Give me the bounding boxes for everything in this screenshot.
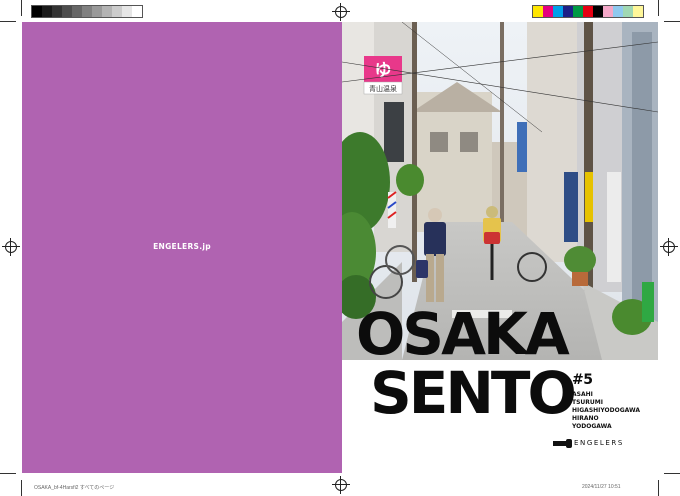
brand-logo: ENGELERS (553, 438, 624, 448)
cover-title-line1: OSAKA (356, 300, 570, 368)
crop-mark (658, 480, 659, 496)
color-patch (613, 6, 623, 17)
color-patch (72, 6, 82, 17)
color-patch (92, 6, 102, 17)
cover-title-line2: SENTO (370, 359, 577, 427)
back-cover: ENGELERS.jp (22, 22, 342, 473)
issue-number: #5 (572, 372, 593, 388)
ward-item: ASAHI (572, 391, 593, 398)
color-patch (533, 6, 543, 17)
color-patch (583, 6, 593, 17)
color-patch (593, 6, 603, 17)
sign-symbol: ゆ (375, 61, 392, 81)
print-slug-filename: OSAKA_bf-4Harsfi2 すべてのページ (34, 485, 115, 491)
crop-mark (21, 0, 22, 16)
gray-scale-bar (31, 5, 143, 18)
color-patch (52, 6, 62, 17)
color-patch (32, 6, 42, 17)
ward-item: YODOGAWA (572, 423, 612, 430)
ward-item: TSURUMI (572, 399, 603, 406)
crop-mark (0, 21, 16, 22)
registration-mark-right (660, 238, 678, 256)
color-patch (62, 6, 72, 17)
crop-mark (0, 473, 16, 474)
registration-mark-left (2, 238, 20, 256)
registration-mark-top (332, 3, 350, 21)
ward-list: ASAHI TSURUMI HIGASHIYODOGAWA HIRANO YOD… (572, 391, 640, 431)
color-patch (553, 6, 563, 17)
sign-name: 青山温泉 (369, 84, 397, 93)
crop-mark (664, 473, 680, 474)
color-patch (122, 6, 132, 17)
color-patch (633, 6, 643, 17)
color-control-bar (532, 5, 644, 18)
color-patch (102, 6, 112, 17)
crop-mark (658, 0, 659, 16)
crop-mark (21, 480, 22, 496)
color-patch (603, 6, 613, 17)
crop-mark (664, 21, 680, 22)
color-patch (543, 6, 553, 17)
color-patch (563, 6, 573, 17)
color-patch (623, 6, 633, 17)
color-patch (82, 6, 92, 17)
color-patch (42, 6, 52, 17)
brand-name: ENGELERS (574, 439, 624, 447)
back-cover-url: ENGELERS.jp (153, 242, 211, 251)
registration-mark-bottom (332, 476, 350, 494)
color-patch (112, 6, 122, 17)
print-slug-timestamp: 2024/11/27 10:51 (582, 484, 621, 490)
fork-icon (553, 438, 572, 448)
ward-item: HIGASHIYODOGAWA (572, 407, 641, 414)
ward-item: HIRANO (572, 415, 599, 422)
color-patch (132, 6, 142, 17)
color-patch (573, 6, 583, 17)
